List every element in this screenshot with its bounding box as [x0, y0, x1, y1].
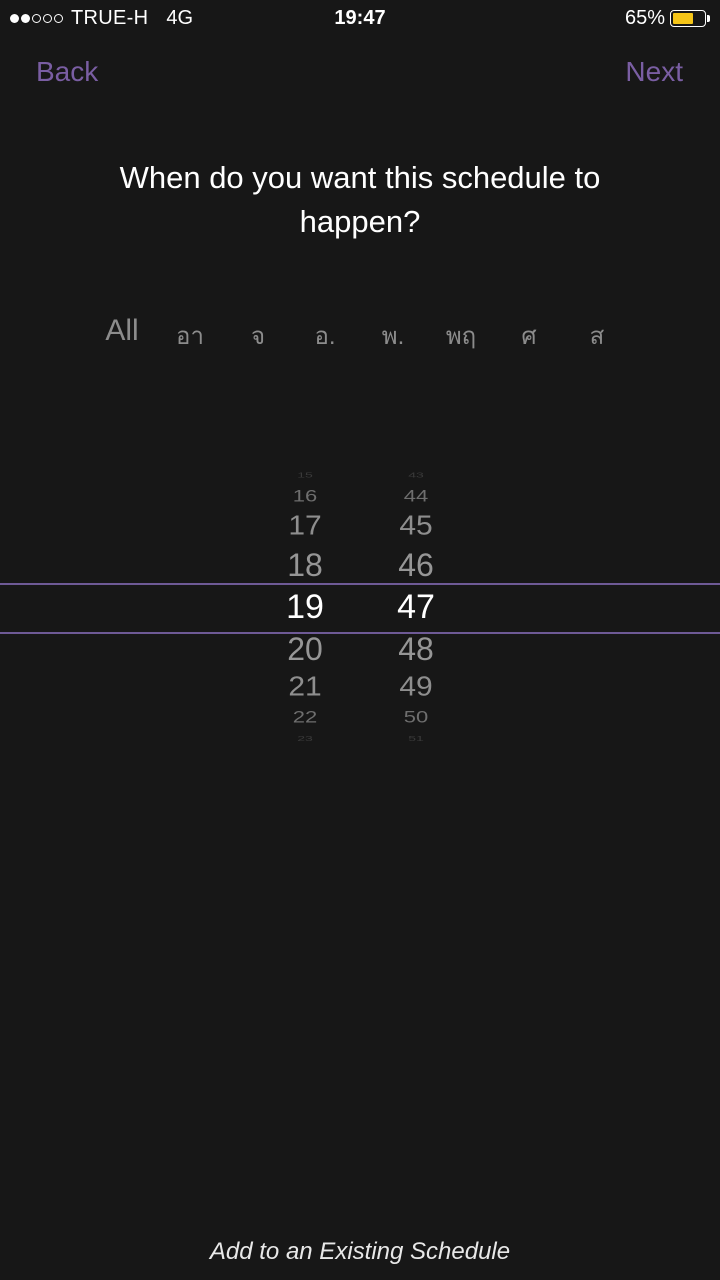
day-option-sun[interactable]: อา [160, 316, 220, 355]
battery-icon [670, 10, 706, 27]
status-right: 65% [625, 7, 710, 30]
hour-option[interactable]: 20 [265, 633, 345, 665]
hour-option-selected[interactable]: 19 [265, 590, 345, 624]
battery-percent: 65% [624, 7, 665, 29]
day-option-thu[interactable]: พฤ [431, 316, 491, 355]
minute-option[interactable]: 46 [376, 549, 456, 581]
back-button[interactable]: Back [36, 56, 98, 88]
next-button[interactable]: Next [625, 56, 683, 88]
picker-selection-line-bottom [0, 632, 720, 634]
hour-option[interactable]: 15 [265, 471, 345, 479]
day-option-fri[interactable]: ศ [499, 316, 559, 355]
hour-option[interactable]: 18 [265, 549, 345, 581]
day-option-tue[interactable]: อ. [295, 316, 355, 355]
hour-option[interactable]: 21 [265, 673, 345, 701]
hour-option[interactable]: 17 [265, 512, 345, 540]
page-title: When do you want this schedule to happen… [119, 160, 601, 239]
minute-option[interactable]: 50 [376, 708, 456, 726]
day-option-wed[interactable]: พ. [363, 316, 423, 355]
minute-option[interactable]: 51 [376, 734, 456, 742]
minute-option[interactable]: 48 [376, 633, 456, 665]
minute-option-selected[interactable]: 47 [376, 590, 456, 624]
hour-option[interactable]: 23 [265, 734, 345, 742]
status-time: 19:47 [334, 7, 386, 29]
picker-selection-line-top [0, 583, 720, 585]
day-option-mon[interactable]: จ [228, 316, 288, 355]
hour-option[interactable]: 16 [265, 487, 345, 505]
add-to-existing-schedule-link[interactable]: Add to an Existing Schedule [0, 1238, 720, 1266]
battery-nub [707, 15, 710, 22]
battery-fill [673, 13, 693, 24]
minute-option[interactable]: 43 [376, 471, 456, 479]
hour-option[interactable]: 22 [265, 708, 345, 726]
day-selector: All อา จ อ. พ. พฤ ศ ส [0, 314, 720, 356]
status-bar: TRUE-H 4G 19:47 65% [0, 0, 720, 40]
minute-option[interactable]: 49 [376, 673, 456, 701]
day-option-all[interactable]: All [92, 314, 152, 348]
minute-option[interactable]: 45 [376, 512, 456, 540]
minute-option[interactable]: 44 [376, 487, 456, 505]
day-option-sat[interactable]: ส [567, 316, 627, 355]
